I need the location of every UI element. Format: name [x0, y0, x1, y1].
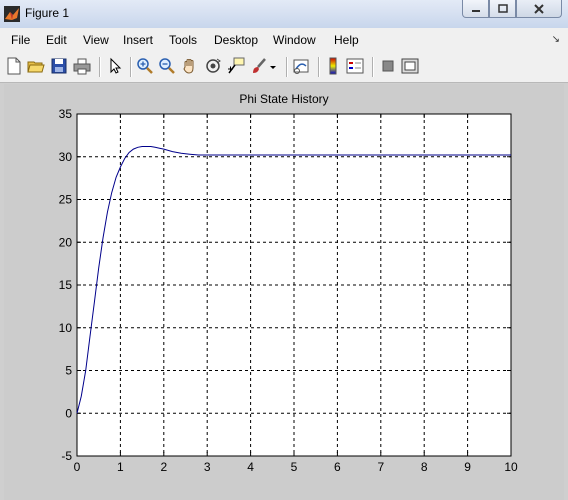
y-tick-label: 20 — [59, 235, 73, 249]
x-tick-label: 4 — [247, 460, 254, 474]
x-tick-label: 8 — [421, 460, 428, 474]
x-tick-label: 10 — [504, 460, 518, 474]
x-tick-label: 1 — [117, 460, 124, 474]
x-tick-label: 6 — [334, 460, 341, 474]
x-tick-label: 5 — [291, 460, 298, 474]
figure-window: Figure 1 File Edit View Insert Tools Des… — [0, 0, 568, 500]
y-tick-label: 10 — [59, 321, 73, 335]
y-tick-label: 15 — [59, 278, 73, 292]
y-tick-label: 35 — [59, 107, 73, 121]
y-tick-label: 0 — [65, 406, 72, 420]
x-tick-label: 7 — [377, 460, 384, 474]
y-tick-label: 25 — [59, 193, 73, 207]
y-tick-label: -5 — [61, 449, 72, 463]
x-tick-label: 2 — [160, 460, 167, 474]
y-tick-label: 30 — [59, 150, 73, 164]
x-tick-label: 9 — [464, 460, 471, 474]
y-tick-label: 5 — [65, 364, 72, 378]
x-tick-label: 3 — [204, 460, 211, 474]
x-tick-label: 0 — [74, 460, 81, 474]
line-chart: 0 1 2 3 4 5 6 7 8 9 10-505101520253035 — [59, 107, 518, 474]
